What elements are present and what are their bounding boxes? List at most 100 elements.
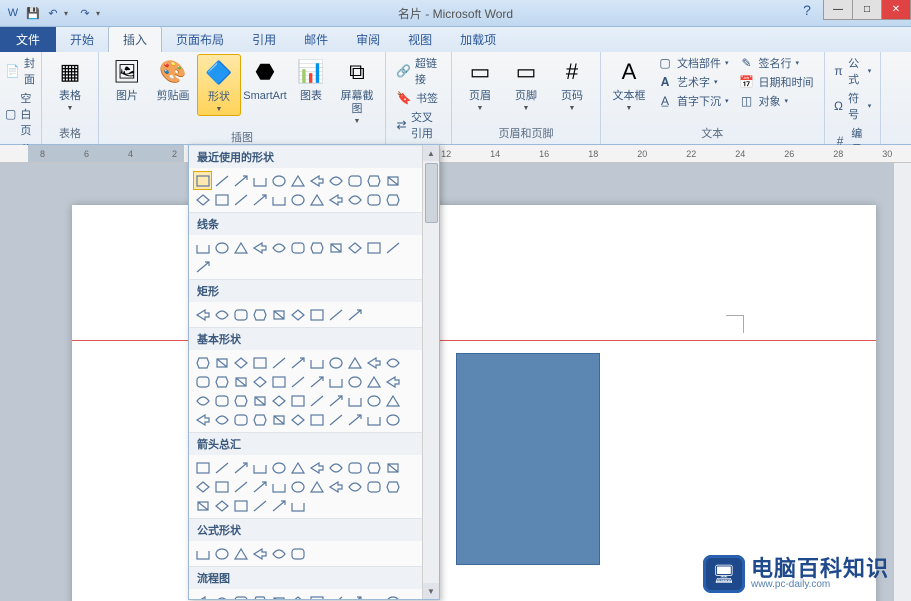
shape-item[interactable] (250, 391, 269, 410)
tab-page-layout[interactable]: 页面布局 (162, 27, 238, 52)
shape-item[interactable] (345, 238, 364, 257)
shape-item[interactable] (269, 458, 288, 477)
tab-file[interactable]: 文件 (0, 27, 56, 52)
tab-insert[interactable]: 插入 (108, 26, 162, 52)
shape-item[interactable] (193, 458, 212, 477)
shape-item[interactable] (345, 592, 364, 600)
shape-item[interactable] (250, 305, 269, 324)
shape-item[interactable] (269, 391, 288, 410)
tab-view[interactable]: 视图 (394, 27, 446, 52)
shape-item[interactable] (193, 391, 212, 410)
shape-item[interactable] (383, 190, 402, 209)
shape-item[interactable] (307, 238, 326, 257)
shape-item[interactable] (288, 592, 307, 600)
close-button[interactable]: ✕ (881, 0, 911, 20)
shape-item[interactable] (326, 458, 345, 477)
dropcap-button[interactable]: A̲首字下沉▾ (653, 92, 733, 110)
shape-item[interactable] (193, 372, 212, 391)
shape-item[interactable] (250, 496, 269, 515)
shape-item[interactable] (231, 238, 250, 257)
shape-item[interactable] (383, 353, 402, 372)
horizontal-ruler[interactable]: 8642246810121416182022242628303234363840 (0, 145, 911, 163)
object-button[interactable]: ◫对象▾ (735, 92, 818, 110)
tab-mailings[interactable]: 邮件 (290, 27, 342, 52)
shape-item[interactable] (250, 190, 269, 209)
footer-button[interactable]: ▭页脚▼ (504, 54, 548, 114)
tab-review[interactable]: 审阅 (342, 27, 394, 52)
shapes-button[interactable]: 🔷形状▼ (197, 54, 241, 116)
tab-home[interactable]: 开始 (56, 27, 108, 52)
shape-item[interactable] (193, 257, 212, 276)
scroll-down-icon[interactable]: ▼ (423, 583, 439, 599)
shape-item[interactable] (307, 305, 326, 324)
shape-item[interactable] (307, 410, 326, 429)
shape-item[interactable] (250, 372, 269, 391)
shape-item[interactable] (212, 391, 231, 410)
undo-icon[interactable]: ↶ (44, 4, 62, 22)
shape-item[interactable] (231, 477, 250, 496)
shape-item[interactable] (288, 238, 307, 257)
shape-item[interactable] (307, 477, 326, 496)
shape-item[interactable] (326, 353, 345, 372)
shape-item[interactable] (212, 544, 231, 563)
shape-item[interactable] (250, 238, 269, 257)
shape-item[interactable] (250, 592, 269, 600)
equation-button[interactable]: π公式▾ (829, 54, 876, 88)
shape-item[interactable] (193, 477, 212, 496)
shape-item[interactable] (193, 238, 212, 257)
shape-item[interactable] (250, 353, 269, 372)
shape-item[interactable] (345, 353, 364, 372)
shape-item[interactable] (231, 353, 250, 372)
shape-item[interactable] (212, 496, 231, 515)
shape-item[interactable] (231, 171, 250, 190)
help-button[interactable]: ? (796, 0, 818, 20)
save-icon[interactable]: 💾 (24, 4, 42, 22)
scroll-up-icon[interactable]: ▲ (423, 145, 439, 161)
signature-button[interactable]: ✎签名行▾ (735, 54, 818, 72)
shape-item[interactable] (269, 190, 288, 209)
shape-item[interactable] (364, 353, 383, 372)
shape-item[interactable] (326, 372, 345, 391)
shape-item[interactable] (269, 544, 288, 563)
shape-item[interactable] (345, 477, 364, 496)
shape-item[interactable] (326, 190, 345, 209)
shape-item[interactable] (326, 477, 345, 496)
shape-item[interactable] (288, 410, 307, 429)
shape-item[interactable] (269, 171, 288, 190)
shape-item[interactable] (326, 305, 345, 324)
blank-page-button[interactable]: ▢空白页 (1, 89, 40, 139)
shape-item[interactable] (193, 544, 212, 563)
shape-item[interactable] (212, 372, 231, 391)
shape-item[interactable] (269, 496, 288, 515)
shape-item[interactable] (326, 592, 345, 600)
redo-icon[interactable]: ↷ (76, 4, 94, 22)
shape-item[interactable] (364, 477, 383, 496)
shape-item[interactable] (212, 238, 231, 257)
cover-page-button[interactable]: 📄封面 (1, 54, 40, 88)
shape-item[interactable] (307, 171, 326, 190)
shape-item[interactable] (193, 410, 212, 429)
crossref-button[interactable]: ⇄交叉引用 (392, 108, 445, 142)
shape-item[interactable] (193, 353, 212, 372)
picture-button[interactable]: 🖼图片 (105, 54, 149, 105)
shape-item[interactable] (288, 458, 307, 477)
shape-item[interactable] (269, 238, 288, 257)
shape-item[interactable] (231, 458, 250, 477)
shape-item[interactable] (269, 353, 288, 372)
shape-item[interactable] (269, 305, 288, 324)
smartart-button[interactable]: ⬣SmartArt (243, 54, 287, 105)
shape-item[interactable] (307, 458, 326, 477)
shape-item[interactable] (383, 477, 402, 496)
shape-item[interactable] (288, 353, 307, 372)
shape-item[interactable] (193, 171, 212, 190)
shape-item[interactable] (345, 458, 364, 477)
undo-dropdown-icon[interactable]: ▾ (64, 9, 74, 18)
shape-item[interactable] (307, 190, 326, 209)
shape-item[interactable] (364, 171, 383, 190)
shape-item[interactable] (288, 305, 307, 324)
shape-item[interactable] (288, 391, 307, 410)
shape-item[interactable] (250, 458, 269, 477)
quickparts-button[interactable]: ▢文档部件▾ (653, 54, 733, 72)
shape-item[interactable] (231, 544, 250, 563)
wordart-button[interactable]: 𝐀艺术字▾ (653, 73, 733, 91)
